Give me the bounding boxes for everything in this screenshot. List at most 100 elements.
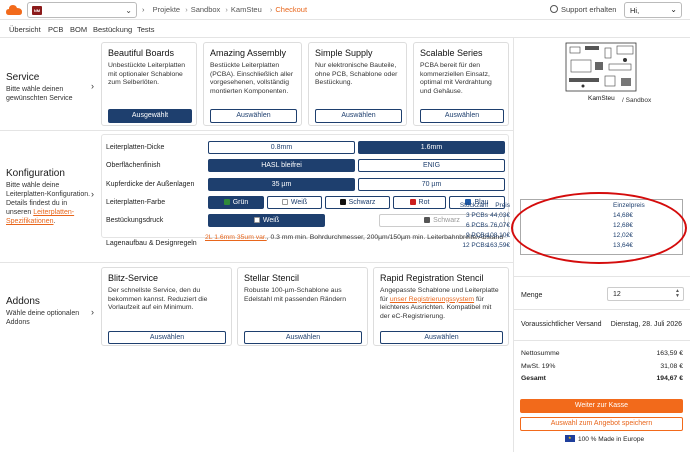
finish-label: Oberflächenfinish <box>106 162 161 169</box>
config-section-header: Konfiguration Bitte wähle deine Leiterpl… <box>6 168 94 226</box>
registration-link[interactable]: unser Registrierungssystem <box>390 296 474 303</box>
addon-card-blitz-service[interactable]: Blitz-Service Der schnellste Service, de… <box>101 267 232 346</box>
card-description: Bestückte Leiterplatten (PCBA). Einschli… <box>210 62 294 95</box>
tab-uebersicht[interactable]: Übersicht <box>9 25 41 34</box>
breadcrumb-projekte[interactable]: Projekte <box>153 5 181 14</box>
sub-navigation: Übersicht PCB BOM Bestückung Tests <box>0 20 690 38</box>
support-link[interactable]: Support erhalten <box>550 5 616 14</box>
tab-pcb[interactable]: PCB <box>48 25 63 34</box>
select-button[interactable]: Auswählen <box>315 109 402 123</box>
chevron-right-icon: › <box>91 189 94 199</box>
project-select[interactable]: NM ⌄ <box>27 2 137 18</box>
card-description: Robuste 100-µm-Schablone aus Edelstahl m… <box>244 287 347 303</box>
config-description: Bitte wähle deine Leiterplatten-Konfigur… <box>6 181 94 226</box>
color-label-rot: Rot <box>418 199 430 206</box>
tab-tests[interactable]: Tests <box>137 25 155 34</box>
card-title: Scalable Series <box>420 48 483 58</box>
breadcrumb-sandbox[interactable]: Sandbox <box>191 5 221 14</box>
stepper-icon[interactable]: ▲ ▼ <box>675 289 680 299</box>
divider <box>513 340 690 341</box>
config-title: Konfiguration <box>6 168 65 179</box>
color-option-weiss[interactable]: Weiß <box>267 196 322 209</box>
card-description: Unbestückte Leiterplatten mit optionaler… <box>108 62 186 86</box>
black-swatch-icon <box>339 199 346 205</box>
color-option-rot[interactable]: Rot <box>393 196 446 209</box>
vat-row: MwSt. 19% 31,08 € <box>521 363 683 370</box>
total-label: Gesamt <box>521 375 546 382</box>
service-description: Bitte wähle deinen gewünschten Service <box>6 86 73 102</box>
copper-option-70[interactable]: 70 µm <box>358 178 505 191</box>
service-title: Service <box>6 72 40 83</box>
user-menu[interactable]: Hi, ⌄ <box>624 2 682 18</box>
select-button[interactable]: Auswählen <box>380 331 503 344</box>
user-greeting: Hi, <box>630 6 640 15</box>
layers-value: 2L 1.6mm 35um var., 0.3 mm min. Bohrdurc… <box>205 234 503 241</box>
finish-option-enig[interactable]: ENIG <box>358 159 505 172</box>
card-title: Amazing Assembly <box>210 48 287 58</box>
thickness-option-1-6[interactable]: 1.6mm <box>358 141 505 154</box>
addons-title: Addons <box>6 296 40 307</box>
layers-link[interactable]: 2L 1.6mm 35um var. <box>205 234 267 241</box>
price-row-qty: 6 PCBs <box>465 222 488 229</box>
quantity-input[interactable]: 12 ▲ ▼ <box>607 287 684 301</box>
vat-value: 31,08 € <box>660 363 683 370</box>
service-card-simple-supply[interactable]: Simple Supply Nur elektronische Bauteile… <box>308 42 407 126</box>
addon-card-stellar-stencil[interactable]: Stellar Stencil Robuste 100-µm-Schablone… <box>237 267 368 346</box>
chevron-right-icon: › <box>142 5 145 14</box>
price-row-price: 76,07€ <box>490 222 510 229</box>
color-option-gruen[interactable]: Grün <box>208 196 264 209</box>
checkout-button[interactable]: Weiter zur Kasse <box>520 399 683 413</box>
service-card-scalable-series[interactable]: Scalable Series PCBA bereit für den komm… <box>413 42 509 126</box>
card-title: Beautiful Boards <box>108 48 175 58</box>
config-desc-end: . <box>53 218 56 225</box>
col-header-quantity: Stückzahl <box>459 202 488 209</box>
addon-card-rapid-registration[interactable]: Rapid Registration Stencil Angepasste Sc… <box>373 267 509 346</box>
copper-option-35[interactable]: 35 µm <box>208 178 355 191</box>
card-description: Angepasste Schablone und Leiterplatte fü… <box>380 287 503 321</box>
shipping-date: Dienstag, 28. Juli 2026 <box>610 321 682 328</box>
card-description: PCBA bereit für den kommerziellen Einsat… <box>420 62 492 95</box>
layers-label: Lagenaufbau & Designregeln <box>106 240 197 247</box>
support-label: Support erhalten <box>561 5 617 14</box>
service-card-amazing-assembly[interactable]: Amazing Assembly Bestückte Leiterplatten… <box>203 42 302 126</box>
white-swatch-icon <box>253 217 260 223</box>
card-description: Nur elektronische Bauteile, ohne PCB, Sc… <box>315 62 398 86</box>
save-quote-button[interactable]: Auswahl zum Angebot speichern <box>520 417 683 431</box>
help-circle-icon <box>550 5 558 13</box>
print-label: Bestückungsdruck <box>106 217 164 224</box>
price-row-qty: 3 PCBs <box>465 212 488 219</box>
pcb-name: KamSteu <box>588 95 615 102</box>
red-swatch-icon <box>409 199 416 205</box>
made-in-europe-badge: 100 % Made in Europe <box>565 435 644 443</box>
card-title: Blitz-Service <box>108 273 159 283</box>
total-value: 194,67 € <box>656 375 683 382</box>
selected-button[interactable]: Ausgewählt <box>108 109 192 123</box>
print-label-weiss: Weiß <box>262 217 280 224</box>
project-thumbnail: NM <box>32 6 42 15</box>
thickness-option-0-8[interactable]: 0.8mm <box>208 141 355 154</box>
price-row-price: 163,59€ <box>486 242 511 249</box>
vat-label: MwSt. 19% <box>521 363 556 370</box>
breadcrumb-checkout: Checkout <box>275 5 308 14</box>
thickness-label: Leiterplatten-Dicke <box>106 144 165 151</box>
chevron-right-icon: › <box>91 81 94 91</box>
color-option-schwarz[interactable]: Schwarz <box>325 196 390 209</box>
card-title: Simple Supply <box>315 48 373 58</box>
divider <box>0 262 513 263</box>
select-button[interactable]: Auswählen <box>420 109 504 123</box>
copper-label: Kupferdicke der Außenlagen <box>106 181 195 188</box>
cloud-logo-icon[interactable] <box>6 4 22 16</box>
price-row-price: 108,10€ <box>486 232 511 239</box>
print-option-weiss[interactable]: Weiß <box>208 214 325 227</box>
finish-option-hasl[interactable]: HASL bleifrei <box>208 159 355 172</box>
green-swatch-icon <box>223 199 230 205</box>
select-button[interactable]: Auswählen <box>244 331 362 344</box>
tab-bom[interactable]: BOM <box>70 25 87 34</box>
select-button[interactable]: Auswählen <box>210 109 297 123</box>
chevron-down-icon: ⌄ <box>125 6 132 15</box>
breadcrumb-kamsteu[interactable]: KamSteu <box>231 5 262 14</box>
tab-bestueckung[interactable]: Bestückung <box>93 25 132 34</box>
service-card-beautiful-boards[interactable]: Beautiful Boards Unbestückte Leiterplatt… <box>101 42 197 126</box>
net-value: 163,59 € <box>656 350 683 357</box>
select-button[interactable]: Auswählen <box>108 331 226 344</box>
